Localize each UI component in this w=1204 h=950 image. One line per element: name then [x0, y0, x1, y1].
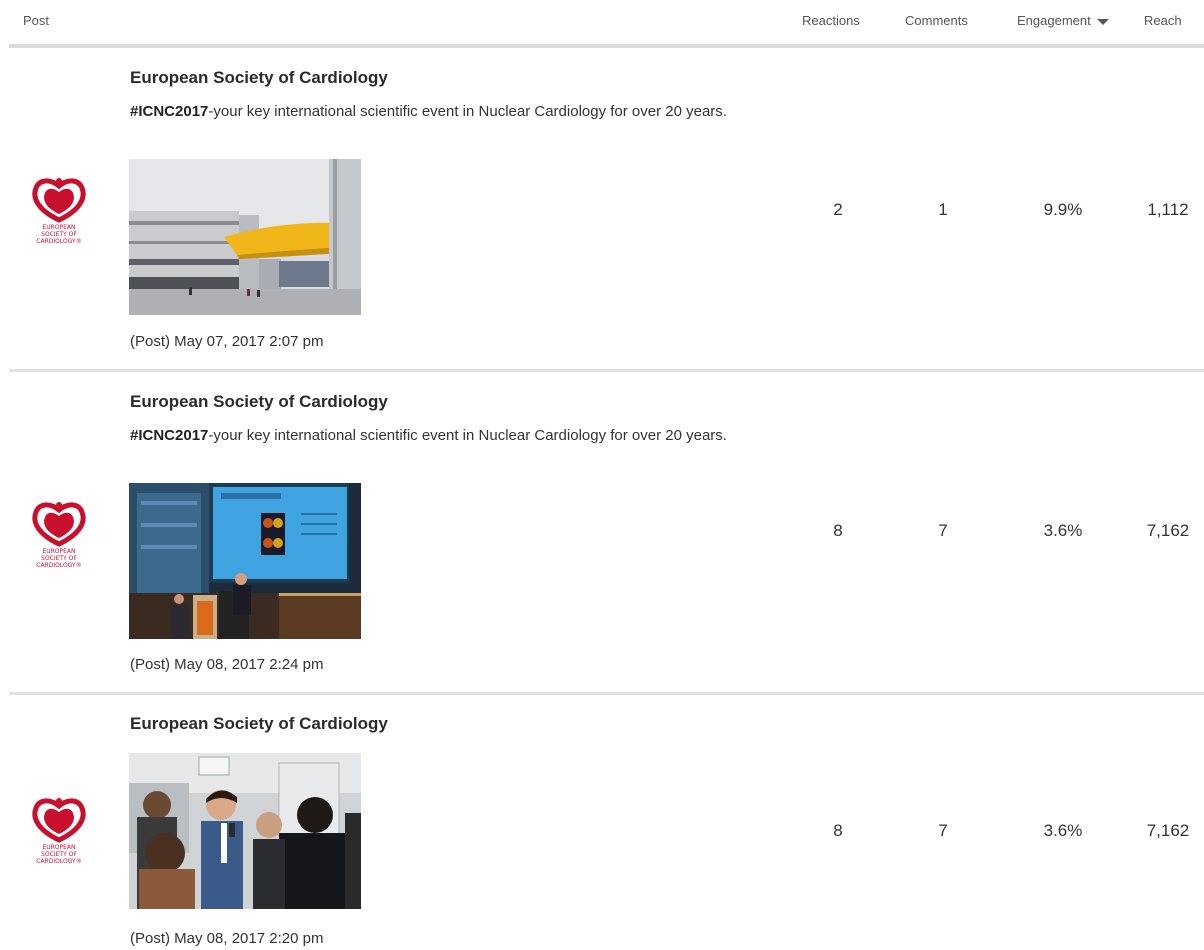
- engagement-value: 3.6%: [1043, 821, 1083, 840]
- svg-text:CARDIOLOGY®: CARDIOLOGY®: [36, 238, 81, 245]
- reactions-value: 8: [833, 821, 843, 840]
- reach-value: 7,162: [1146, 821, 1190, 840]
- column-header-comments[interactable]: Comments: [905, 13, 968, 28]
- post-caption: #ICNC2017-your key international scienti…: [130, 101, 750, 123]
- reactions-value: 8: [833, 521, 843, 540]
- reach-value: 7,162: [1146, 521, 1190, 540]
- row-divider: [9, 369, 1204, 372]
- esc-logo: EUROPEAN SOCIETY OF CARDIOLOGY®: [24, 790, 94, 870]
- svg-text:EUROPEAN: EUROPEAN: [42, 548, 75, 555]
- column-header-engagement-label: Engagement: [1017, 13, 1091, 28]
- column-header-reach[interactable]: Reach: [1144, 13, 1182, 28]
- esc-logo: EUROPEAN SOCIETY OF CARDIOLOGY®: [24, 494, 94, 574]
- post-caption: #ICNC2017-your key international scienti…: [130, 425, 750, 447]
- post-author[interactable]: European Society of Cardiology: [130, 714, 388, 734]
- comments-value: 7: [938, 821, 948, 840]
- post-timestamp: (Post) May 08, 2017 2:20 pm: [130, 930, 324, 947]
- post-caption-text: -your key international scientific event…: [208, 103, 727, 120]
- column-header-reactions[interactable]: Reactions: [802, 13, 860, 28]
- esc-logo: EUROPEAN SOCIETY OF CARDIOLOGY®: [24, 170, 94, 250]
- column-header-post: Post: [23, 13, 50, 28]
- sort-descending-icon[interactable]: [1096, 18, 1109, 25]
- svg-text:SOCIETY OF: SOCIETY OF: [41, 231, 77, 238]
- svg-text:SOCIETY OF: SOCIETY OF: [41, 851, 77, 858]
- row-divider: [9, 692, 1204, 695]
- svg-text:EUROPEAN: EUROPEAN: [42, 844, 75, 851]
- post-hashtag[interactable]: #ICNC2017: [130, 427, 208, 444]
- header-divider: [9, 44, 1204, 48]
- comments-value: 7: [938, 521, 948, 540]
- svg-text:EUROPEAN: EUROPEAN: [42, 224, 75, 231]
- reach-value: 1,112: [1147, 200, 1189, 219]
- engagement-value: 9.9%: [1043, 200, 1083, 219]
- post-author[interactable]: European Society of Cardiology: [130, 68, 388, 88]
- post-timestamp: (Post) May 08, 2017 2:24 pm: [130, 656, 324, 673]
- comments-value: 1: [938, 200, 948, 219]
- post-image[interactable]: [129, 159, 361, 315]
- column-header-engagement[interactable]: Engagement: [1017, 13, 1109, 28]
- post-timestamp: (Post) May 07, 2017 2:07 pm: [130, 333, 324, 350]
- table-header: Post Reactions Comments Engagement Reach: [0, 0, 1204, 44]
- post-image[interactable]: [129, 753, 361, 909]
- reactions-value: 2: [833, 200, 843, 219]
- svg-text:SOCIETY OF: SOCIETY OF: [41, 555, 77, 562]
- engagement-value: 3.6%: [1043, 521, 1083, 540]
- post-hashtag[interactable]: #ICNC2017: [130, 103, 208, 120]
- post-author[interactable]: European Society of Cardiology: [130, 392, 388, 412]
- svg-text:CARDIOLOGY®: CARDIOLOGY®: [36, 562, 81, 569]
- post-image[interactable]: [129, 483, 361, 639]
- svg-text:CARDIOLOGY®: CARDIOLOGY®: [36, 858, 81, 865]
- post-caption-text: -your key international scientific event…: [208, 427, 727, 444]
